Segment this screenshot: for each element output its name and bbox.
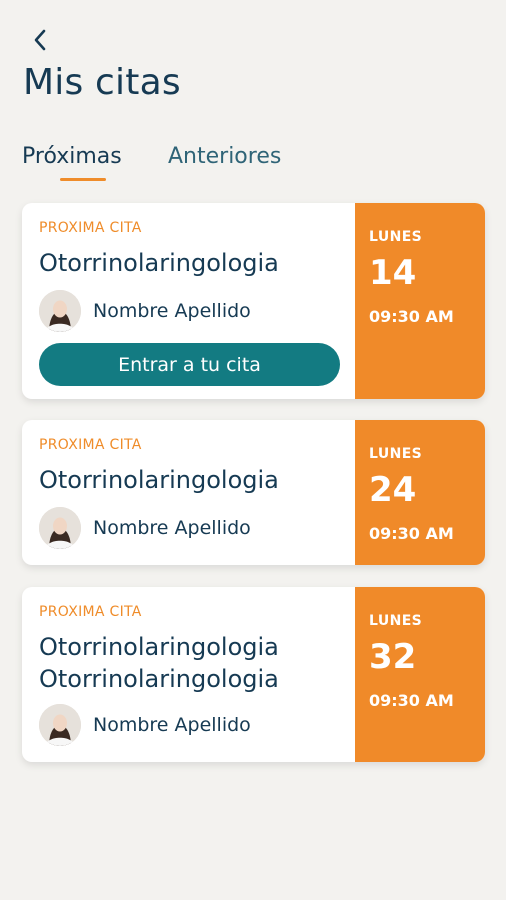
appointment-time: 09:30 AM <box>369 691 454 710</box>
appointment-time: 09:30 AM <box>369 307 454 326</box>
doctor-name: Nombre Apellido <box>93 517 251 539</box>
appointment-day-name: LUNES <box>369 613 423 629</box>
appointment-day-number: 24 <box>369 470 417 510</box>
appointment-specialty: Otorrinolaringologia <box>39 466 279 494</box>
appointment-day-number: 32 <box>369 637 417 677</box>
doctor-info: Nombre Apellido <box>39 704 251 746</box>
appointment-eyebrow: PROXIMA CITA <box>39 604 142 620</box>
appointment-eyebrow: PROXIMA CITA <box>39 220 142 236</box>
appointment-day-name: LUNES <box>369 446 423 462</box>
appointment-date-panel: LUNES 14 09:30 AM <box>355 203 485 399</box>
appointment-specialty: Otorrinolaringologia Otorrinolaringologi… <box>39 633 279 693</box>
tab-proximas[interactable]: Próximas <box>22 144 122 169</box>
chevron-left-icon <box>34 29 46 51</box>
appointment-card[interactable]: PROXIMA CITA Otorrinolaringologia Nombre… <box>22 203 485 399</box>
active-tab-indicator <box>60 178 106 181</box>
appointment-card[interactable]: PROXIMA CITA Otorrinolaringologia Otorri… <box>22 587 485 762</box>
tab-anteriores[interactable]: Anteriores <box>168 144 281 169</box>
doctor-name: Nombre Apellido <box>93 300 251 322</box>
doctor-avatar <box>39 704 81 746</box>
appointment-eyebrow: PROXIMA CITA <box>39 437 142 453</box>
appointments-screen: Mis citas Próximas Anteriores PROXIMA CI… <box>0 0 506 900</box>
doctor-name: Nombre Apellido <box>93 714 251 736</box>
appointment-day-name: LUNES <box>369 229 423 245</box>
appointment-date-panel: LUNES 24 09:30 AM <box>355 420 485 565</box>
doctor-avatar <box>39 290 81 332</box>
appointment-day-number: 14 <box>369 253 417 293</box>
page-title: Mis citas <box>23 62 181 103</box>
appointment-date-panel: LUNES 32 09:30 AM <box>355 587 485 762</box>
enter-appointment-button[interactable]: Entrar a tu cita <box>39 343 340 386</box>
doctor-info: Nombre Apellido <box>39 507 251 549</box>
appointment-specialty: Otorrinolaringologia <box>39 249 279 277</box>
appointment-time: 09:30 AM <box>369 524 454 543</box>
back-button[interactable] <box>24 24 56 56</box>
appointment-card[interactable]: PROXIMA CITA Otorrinolaringologia Nombre… <box>22 420 485 565</box>
doctor-info: Nombre Apellido <box>39 290 251 332</box>
doctor-avatar <box>39 507 81 549</box>
